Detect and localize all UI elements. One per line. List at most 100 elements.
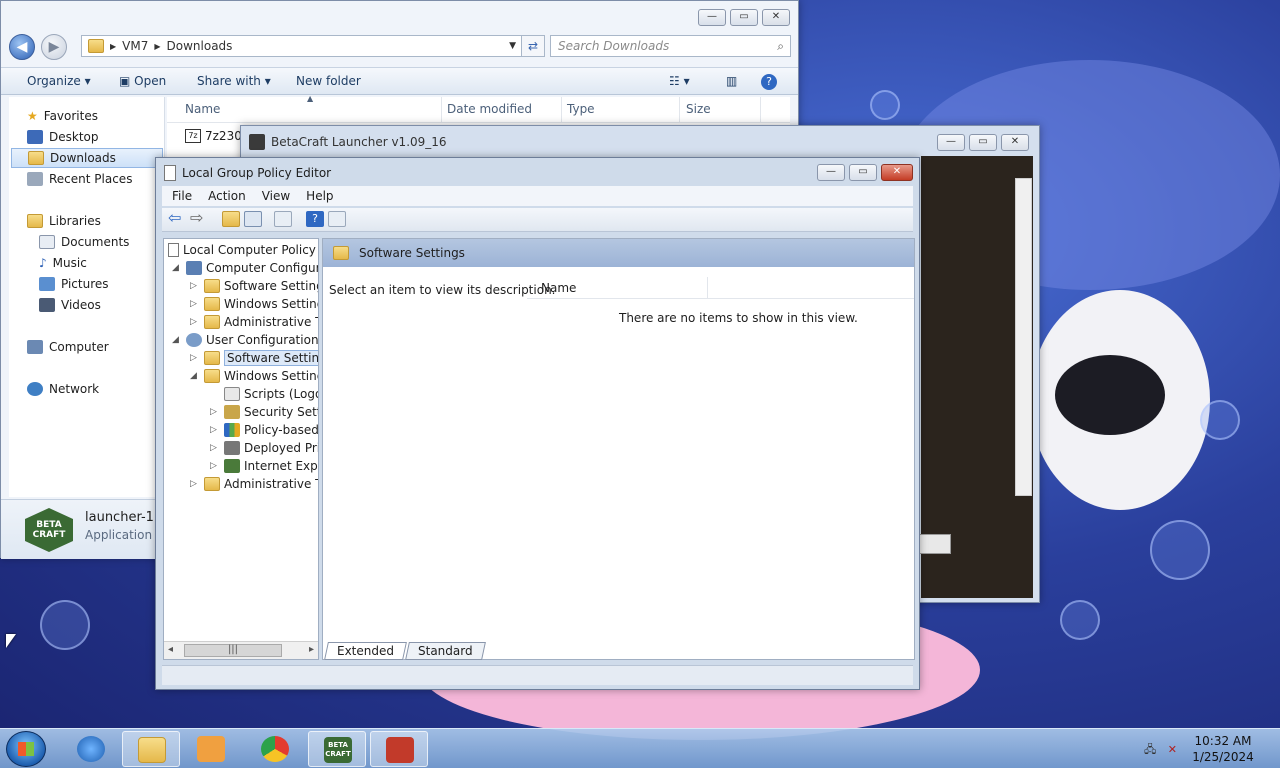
- expand-arrow-icon[interactable]: ▷: [190, 479, 200, 489]
- address-bar[interactable]: ▶ VM7 ▶ Downloads ▼: [81, 35, 523, 57]
- nav-network[interactable]: Network: [27, 379, 99, 399]
- scroll-right-icon[interactable]: ▸: [309, 644, 314, 655]
- minimize-button[interactable]: —: [698, 9, 726, 26]
- nav-desktop[interactable]: Desktop: [27, 127, 99, 147]
- properties-icon[interactable]: [328, 211, 346, 227]
- expand-arrow-icon[interactable]: ▷: [210, 443, 220, 453]
- close-button[interactable]: ✕: [881, 164, 913, 181]
- menu-action[interactable]: Action: [208, 189, 246, 203]
- menu-help[interactable]: Help: [306, 189, 333, 203]
- tree-cc-windows-settings[interactable]: ▷ Windows Setting: [190, 295, 318, 313]
- up-folder-icon[interactable]: [222, 211, 240, 227]
- tree-root[interactable]: Local Computer Policy: [168, 241, 316, 259]
- nav-favorites[interactable]: ★ Favorites: [27, 106, 98, 126]
- tree-scripts[interactable]: Scripts (Logoi: [210, 385, 318, 403]
- column-type[interactable]: Type: [567, 102, 595, 116]
- scroll-left-icon[interactable]: ◂: [168, 644, 173, 655]
- betacraft-app-icon: [249, 134, 265, 150]
- view-options-icon[interactable]: ☷ ▾: [669, 74, 690, 88]
- taskbar-explorer[interactable]: [122, 731, 180, 767]
- share-with-button[interactable]: Share with ▾: [197, 74, 271, 88]
- clock[interactable]: 10:32 AM 1/25/2024: [1188, 733, 1258, 765]
- refresh-button[interactable]: ⇄: [521, 35, 545, 57]
- tree-cc-administrative-templates-label: Administrative Te: [224, 315, 319, 329]
- folder-icon: [204, 351, 220, 365]
- preview-pane-icon[interactable]: ▥: [726, 74, 737, 88]
- help-icon[interactable]: ?: [761, 74, 777, 90]
- tree-computer-configuration[interactable]: ◢ Computer Configura: [172, 259, 318, 277]
- nav-recent-places[interactable]: Recent Places: [27, 169, 132, 189]
- start-button[interactable]: [6, 731, 46, 767]
- nav-videos[interactable]: Videos: [39, 295, 101, 315]
- nav-libraries[interactable]: Libraries: [27, 211, 101, 231]
- tree-uc-windows-settings[interactable]: ◢ Windows Setting: [190, 367, 318, 385]
- scroll-thumb[interactable]: |||: [184, 644, 282, 657]
- printer-icon: [224, 441, 240, 455]
- search-icon[interactable]: ⌕: [777, 36, 784, 56]
- collapse-arrow-icon[interactable]: ◢: [172, 263, 182, 273]
- nav-downloads[interactable]: Downloads: [11, 148, 163, 168]
- search-input[interactable]: Search Downloads ⌕: [550, 35, 791, 57]
- column-name[interactable]: Name: [185, 102, 220, 116]
- nav-computer[interactable]: Computer: [27, 337, 109, 357]
- nav-pictures[interactable]: Pictures: [39, 274, 109, 294]
- column-size[interactable]: Size: [686, 102, 711, 116]
- column-date-modified[interactable]: Date modified: [447, 102, 532, 116]
- close-button[interactable]: ✕: [1001, 134, 1029, 151]
- column-name[interactable]: Name: [541, 281, 576, 295]
- breadcrumb-downloads[interactable]: Downloads: [167, 39, 233, 53]
- close-button[interactable]: ✕: [762, 9, 790, 26]
- tree-cc-software-settings[interactable]: ▷ Software Settings: [190, 277, 318, 295]
- back-arrow-icon[interactable]: ⇦: [168, 210, 186, 227]
- minimize-button[interactable]: —: [817, 164, 845, 181]
- tree-cc-administrative-templates[interactable]: ▷ Administrative Te: [190, 313, 319, 331]
- tree-horizontal-scrollbar[interactable]: ◂ ||| ▸: [164, 641, 318, 659]
- menu-file[interactable]: File: [172, 189, 192, 203]
- taskbar-betacraft[interactable]: BETA CRAFT: [308, 731, 366, 767]
- forward-arrow-icon[interactable]: ⇨: [190, 210, 208, 227]
- search-placeholder: Search Downloads: [558, 39, 670, 53]
- back-button[interactable]: ◀: [9, 34, 35, 60]
- organize-button[interactable]: Organize ▾: [27, 74, 91, 88]
- collapse-arrow-icon[interactable]: ◢: [190, 371, 200, 381]
- taskbar-internet-explorer[interactable]: [62, 731, 120, 767]
- tree-uc-software-settings[interactable]: ▷ Software Settings: [190, 349, 318, 367]
- tree-policy-based-qos[interactable]: ▷ Policy-based: [210, 421, 318, 439]
- tree-internet-explorer[interactable]: ▷ Internet Explo: [210, 457, 318, 475]
- tree-deployed-printers[interactable]: ▷ Deployed Prir: [210, 439, 318, 457]
- tree-user-configuration[interactable]: ◢ User Configuration: [172, 331, 318, 349]
- expand-arrow-icon[interactable]: ▷: [190, 299, 200, 309]
- minimize-button[interactable]: —: [937, 134, 965, 151]
- tab-standard[interactable]: Standard: [405, 642, 486, 660]
- maximize-button[interactable]: ▭: [730, 9, 758, 26]
- taskbar-media-player[interactable]: [182, 731, 240, 767]
- help-icon[interactable]: ?: [306, 211, 324, 227]
- expand-arrow-icon[interactable]: ▷: [190, 281, 200, 291]
- show-tree-icon[interactable]: [244, 211, 262, 227]
- new-folder-button[interactable]: New folder: [296, 74, 361, 88]
- expand-arrow-icon[interactable]: ▷: [210, 461, 220, 471]
- maximize-button[interactable]: ▭: [849, 164, 877, 181]
- network-tray-icon[interactable]: 🖧: [1144, 743, 1156, 756]
- expand-arrow-icon[interactable]: ▷: [210, 425, 220, 435]
- tab-extended[interactable]: Extended: [324, 642, 407, 660]
- menu-view[interactable]: View: [262, 189, 290, 203]
- nav-music[interactable]: ♪ Music: [39, 253, 87, 273]
- breadcrumb-vm7[interactable]: VM7: [122, 39, 148, 53]
- expand-arrow-icon[interactable]: ▷: [190, 353, 200, 363]
- maximize-button[interactable]: ▭: [969, 134, 997, 151]
- taskbar-chrome[interactable]: [246, 731, 304, 767]
- volume-muted-icon[interactable]: ✕: [1168, 743, 1177, 756]
- open-button[interactable]: ▣ Open: [119, 74, 166, 88]
- expand-arrow-icon[interactable]: ▷: [190, 317, 200, 327]
- tree-uc-administrative-templates[interactable]: ▷ Administrative Te: [190, 475, 318, 493]
- nav-documents[interactable]: Documents: [39, 232, 129, 252]
- collapse-arrow-icon[interactable]: ◢: [172, 335, 182, 345]
- chevron-down-icon[interactable]: ▼: [509, 41, 516, 51]
- tree-security-settings[interactable]: ▷ Security Settir: [210, 403, 318, 421]
- forward-button[interactable]: ▶: [41, 34, 67, 60]
- export-list-icon[interactable]: [274, 211, 292, 227]
- taskbar-gpedit[interactable]: [370, 731, 428, 767]
- expand-arrow-icon[interactable]: ▷: [210, 407, 220, 417]
- betacraft-scrollbar[interactable]: [1015, 178, 1032, 496]
